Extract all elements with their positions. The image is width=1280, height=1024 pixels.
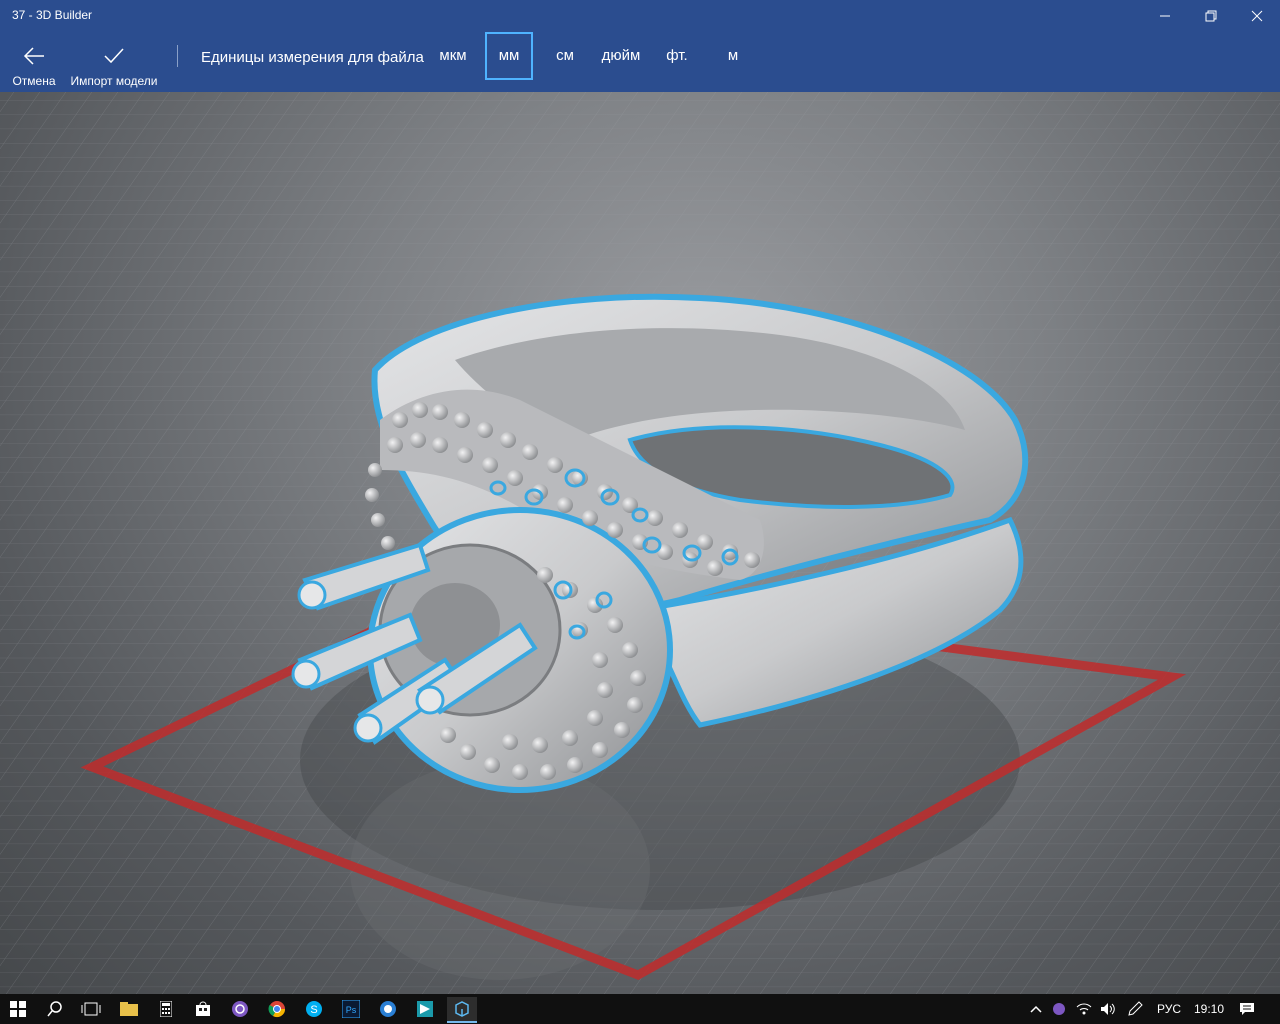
window-title: 37 - 3D Builder — [12, 8, 93, 22]
chevron-up-icon — [1030, 1005, 1042, 1013]
minimize-button[interactable] — [1142, 0, 1188, 32]
language-indicator[interactable]: РУС — [1157, 1002, 1181, 1016]
taskbar-3d-builder[interactable] — [447, 997, 477, 1023]
photoshop-icon: Ps — [342, 1000, 360, 1018]
taskbar-app-2[interactable] — [410, 997, 440, 1021]
start-icon — [10, 1001, 26, 1017]
taskbar: S Ps РУС 19:10 — [0, 994, 1280, 1024]
3d-builder-icon — [455, 1001, 469, 1017]
minimize-icon — [1160, 15, 1170, 17]
unit-meter[interactable]: м — [721, 32, 745, 80]
taskbar-calculator[interactable] — [151, 997, 181, 1021]
tray-overflow-button[interactable] — [1025, 997, 1047, 1021]
tray-pen[interactable] — [1122, 997, 1148, 1021]
chrome-icon — [268, 1001, 286, 1018]
tray-network[interactable] — [1073, 997, 1095, 1021]
taskbar-photoshop[interactable]: Ps — [336, 997, 366, 1021]
tray-volume[interactable] — [1097, 997, 1119, 1021]
unit-millimeter[interactable]: мм — [485, 32, 533, 80]
viber-icon — [1053, 1003, 1065, 1015]
units-label: Единицы измерения для файла — [201, 49, 424, 66]
speaker-icon — [1101, 1003, 1115, 1015]
import-model-button[interactable]: Импорт модели — [68, 32, 160, 92]
wifi-icon — [1076, 1003, 1092, 1015]
3d-viewport[interactable] — [0, 92, 1280, 994]
start-button[interactable] — [3, 997, 33, 1021]
taskbar-viber[interactable] — [225, 997, 255, 1021]
toolbar-separator — [177, 45, 178, 67]
taskbar-app-1[interactable] — [373, 997, 403, 1021]
app-icon — [417, 1001, 433, 1017]
scene — [0, 92, 1280, 994]
cancel-label: Отмена — [12, 74, 56, 88]
skype-icon: S — [306, 1001, 322, 1017]
search-button[interactable] — [40, 997, 70, 1021]
checkmark-icon — [104, 48, 124, 64]
toolbar: Отмена Импорт модели Единицы измерения д… — [0, 32, 1280, 92]
close-icon — [1251, 10, 1263, 22]
cancel-button[interactable]: Отмена — [8, 32, 60, 92]
viber-icon — [232, 1001, 248, 1017]
notifications-icon — [1240, 1003, 1254, 1015]
store-icon — [196, 1001, 210, 1016]
back-arrow-icon — [23, 47, 44, 65]
clock[interactable]: 19:10 — [1194, 1002, 1224, 1016]
taskbar-chrome[interactable] — [262, 997, 292, 1021]
task-view-button[interactable] — [76, 997, 106, 1021]
close-button[interactable] — [1234, 0, 1280, 32]
title-bar: 37 - 3D Builder — [0, 0, 1280, 32]
search-icon — [47, 1001, 62, 1017]
action-center-button[interactable] — [1234, 997, 1260, 1021]
pen-workspace-icon — [1128, 1001, 1143, 1016]
unit-foot[interactable]: фт. — [660, 32, 694, 80]
app-icon — [380, 1001, 396, 1017]
unit-micrometer[interactable]: мкм — [433, 32, 473, 80]
unit-centimeter[interactable]: см — [547, 32, 583, 80]
file-explorer-icon — [120, 1002, 138, 1016]
import-model-label: Импорт модели — [70, 74, 158, 88]
svg-text:S: S — [310, 1004, 317, 1016]
calculator-icon — [160, 1001, 172, 1017]
taskbar-file-explorer[interactable] — [114, 997, 144, 1021]
svg-text:Ps: Ps — [346, 1005, 357, 1015]
restore-icon — [1205, 10, 1217, 22]
taskbar-store[interactable] — [188, 997, 218, 1021]
task-view-icon — [81, 1002, 101, 1016]
taskbar-skype[interactable]: S — [299, 997, 329, 1021]
tray-viber[interactable] — [1048, 997, 1070, 1021]
restore-button[interactable] — [1188, 0, 1234, 32]
model-reflection — [350, 760, 650, 980]
unit-inch[interactable]: дюйм — [596, 32, 646, 80]
